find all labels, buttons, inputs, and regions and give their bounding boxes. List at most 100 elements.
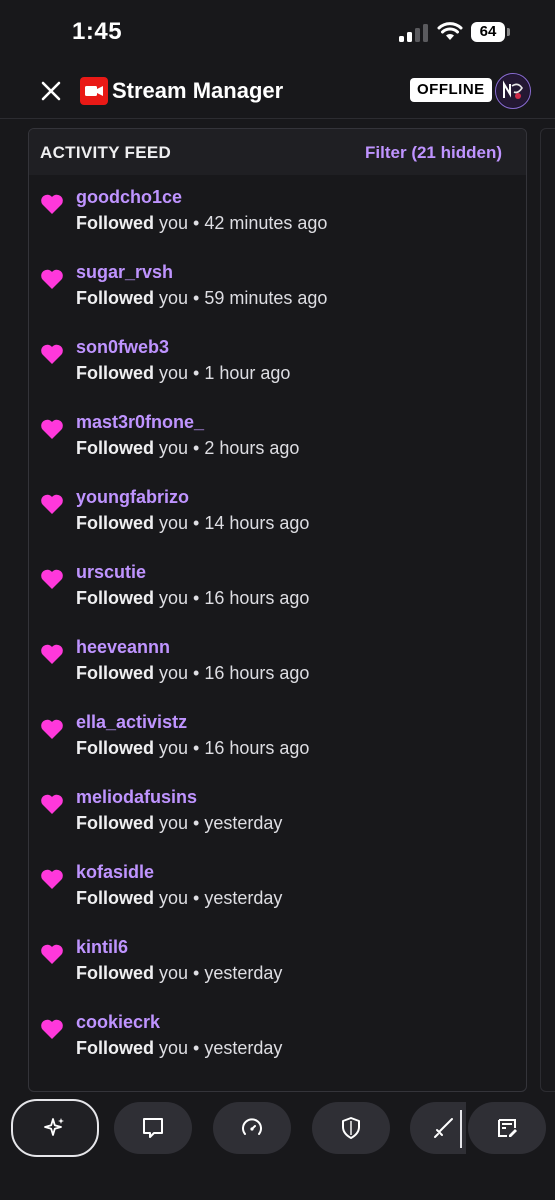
activity-feed-title: ACTIVITY FEED bbox=[40, 143, 172, 162]
heart-icon bbox=[41, 344, 63, 364]
chat-tool-button[interactable] bbox=[114, 1102, 192, 1154]
heart-icon bbox=[41, 569, 63, 589]
heart-icon bbox=[41, 1019, 63, 1039]
edit-board-icon bbox=[498, 1119, 517, 1137]
feed-detail: Followed you • yesterday bbox=[76, 888, 282, 909]
feed-username[interactable]: kintil6 bbox=[76, 937, 128, 958]
moderation-tool-button[interactable] bbox=[312, 1102, 390, 1154]
heart-icon bbox=[41, 794, 63, 814]
feed-username[interactable]: youngfabrizo bbox=[76, 487, 189, 508]
heart-icon bbox=[41, 644, 63, 664]
feed-username[interactable]: sugar_rvsh bbox=[76, 262, 173, 283]
feed-item: kintil6 Followed you • yesterday bbox=[29, 925, 526, 995]
feed-username[interactable]: kofasidle bbox=[76, 862, 154, 883]
feed-action: Followed bbox=[76, 588, 154, 608]
avatar[interactable] bbox=[495, 73, 531, 109]
feed-item: cookiecrk Followed you • yesterday bbox=[29, 1000, 526, 1070]
feed-time: you • 16 hours ago bbox=[154, 663, 310, 683]
feed-action: Followed bbox=[76, 438, 154, 458]
heart-icon bbox=[41, 269, 63, 289]
stats-tool-button[interactable] bbox=[213, 1102, 291, 1154]
feed-username[interactable]: heeveannn bbox=[76, 637, 170, 658]
chat-icon bbox=[143, 1118, 163, 1138]
battery-level: 64 bbox=[471, 22, 505, 42]
feed-time: you • 1 hour ago bbox=[154, 363, 291, 383]
heart-icon bbox=[41, 719, 63, 739]
feed-action: Followed bbox=[76, 888, 154, 908]
heart-icon bbox=[41, 494, 63, 514]
feed-item: ella_activistz Followed you • 16 hours ag… bbox=[29, 700, 526, 770]
heart-icon bbox=[41, 944, 63, 964]
feed-time: you • yesterday bbox=[154, 888, 283, 908]
feed-time: you • yesterday bbox=[154, 1038, 283, 1058]
wifi-icon bbox=[437, 22, 463, 40]
feed-action: Followed bbox=[76, 813, 154, 833]
filter-button[interactable]: Filter (21 hidden) bbox=[365, 143, 502, 163]
feed-detail: Followed you • 2 hours ago bbox=[76, 438, 299, 459]
feed-action: Followed bbox=[76, 363, 154, 383]
feed-item: urscutie Followed you • 16 hours ago bbox=[29, 550, 526, 620]
feed-action: Followed bbox=[76, 738, 154, 758]
feed-time: you • 2 hours ago bbox=[154, 438, 300, 458]
feed-detail: Followed you • 16 hours ago bbox=[76, 738, 309, 759]
feed-time: you • 16 hours ago bbox=[154, 588, 310, 608]
feed-time: you • 14 hours ago bbox=[154, 513, 310, 533]
feed-username[interactable]: urscutie bbox=[76, 562, 146, 583]
feed-time: you • yesterday bbox=[154, 963, 283, 983]
feed-item: mast3r0fnone_ Followed you • 2 hours ago bbox=[29, 400, 526, 470]
feed-item: youngfabrizo Followed you • 14 hours ago bbox=[29, 475, 526, 545]
feed-detail: Followed you • yesterday bbox=[76, 813, 282, 834]
bottom-toolbar bbox=[0, 1090, 555, 1200]
feed-action: Followed bbox=[76, 213, 154, 233]
feed-detail: Followed you • 1 hour ago bbox=[76, 363, 290, 384]
heart-icon bbox=[41, 419, 63, 439]
feed-detail: Followed you • 16 hours ago bbox=[76, 663, 309, 684]
edit-board-tool-button[interactable] bbox=[468, 1102, 546, 1154]
heart-icon bbox=[41, 194, 63, 214]
feed-time: you • 16 hours ago bbox=[154, 738, 310, 758]
feed-detail: Followed you • 42 minutes ago bbox=[76, 213, 327, 234]
adjacent-panel-edge bbox=[540, 128, 555, 1092]
feed-item: heeveannn Followed you • 16 hours ago bbox=[29, 625, 526, 695]
close-icon[interactable] bbox=[36, 76, 66, 106]
feed-action: Followed bbox=[76, 1038, 154, 1058]
feed-time: you • yesterday bbox=[154, 813, 283, 833]
app-header: Stream Manager OFFLINE bbox=[0, 66, 555, 118]
toolbar-separator bbox=[460, 1110, 462, 1148]
feed-action: Followed bbox=[76, 963, 154, 983]
feed-username[interactable]: cookiecrk bbox=[76, 1012, 160, 1033]
heart-icon bbox=[41, 869, 63, 889]
feed-item: son0fweb3 Followed you • 1 hour ago bbox=[29, 325, 526, 395]
sparkle-icon bbox=[44, 1118, 64, 1136]
status-time: 1:45 bbox=[72, 18, 123, 45]
feed-detail: Followed you • 59 minutes ago bbox=[76, 288, 327, 309]
feed-username[interactable]: son0fweb3 bbox=[76, 337, 169, 358]
activity-tool-button[interactable] bbox=[11, 1099, 99, 1157]
raid-tool-button[interactable] bbox=[410, 1102, 466, 1154]
feed-action: Followed bbox=[76, 288, 154, 308]
camera-logo-icon bbox=[80, 77, 108, 105]
feed-time: you • 59 minutes ago bbox=[154, 288, 328, 308]
battery-icon: 64 bbox=[471, 22, 513, 42]
feed-detail: Followed you • yesterday bbox=[76, 963, 282, 984]
activity-feed-panel: ACTIVITY FEED Filter (21 hidden) goodcho… bbox=[28, 128, 527, 1092]
feed-item: sugar_rvsh Followed you • 59 minutes ago bbox=[29, 250, 526, 320]
cellular-signal-icon bbox=[399, 24, 428, 42]
feed-username[interactable]: goodcho1ce bbox=[76, 187, 182, 208]
feed-username[interactable]: ella_activistz bbox=[76, 712, 187, 733]
feed-time: you • 42 minutes ago bbox=[154, 213, 328, 233]
feed-detail: Followed you • yesterday bbox=[76, 1038, 282, 1059]
shield-icon bbox=[342, 1117, 360, 1139]
speedometer-icon bbox=[242, 1118, 262, 1135]
feed-username[interactable]: meliodafusins bbox=[76, 787, 197, 808]
feed-item: goodcho1ce Followed you • 42 minutes ago bbox=[29, 175, 526, 245]
feed-detail: Followed you • 14 hours ago bbox=[76, 513, 309, 534]
activity-feed-header: ACTIVITY FEED Filter (21 hidden) bbox=[29, 129, 526, 175]
header-divider bbox=[0, 118, 555, 119]
sword-icon bbox=[434, 1118, 453, 1138]
feed-username[interactable]: mast3r0fnone_ bbox=[76, 412, 204, 433]
feed-item: kofasidle Followed you • yesterday bbox=[29, 850, 526, 920]
feed-action: Followed bbox=[76, 513, 154, 533]
status-badge: OFFLINE bbox=[410, 78, 492, 102]
feed-item: meliodafusins Followed you • yesterday bbox=[29, 775, 526, 845]
